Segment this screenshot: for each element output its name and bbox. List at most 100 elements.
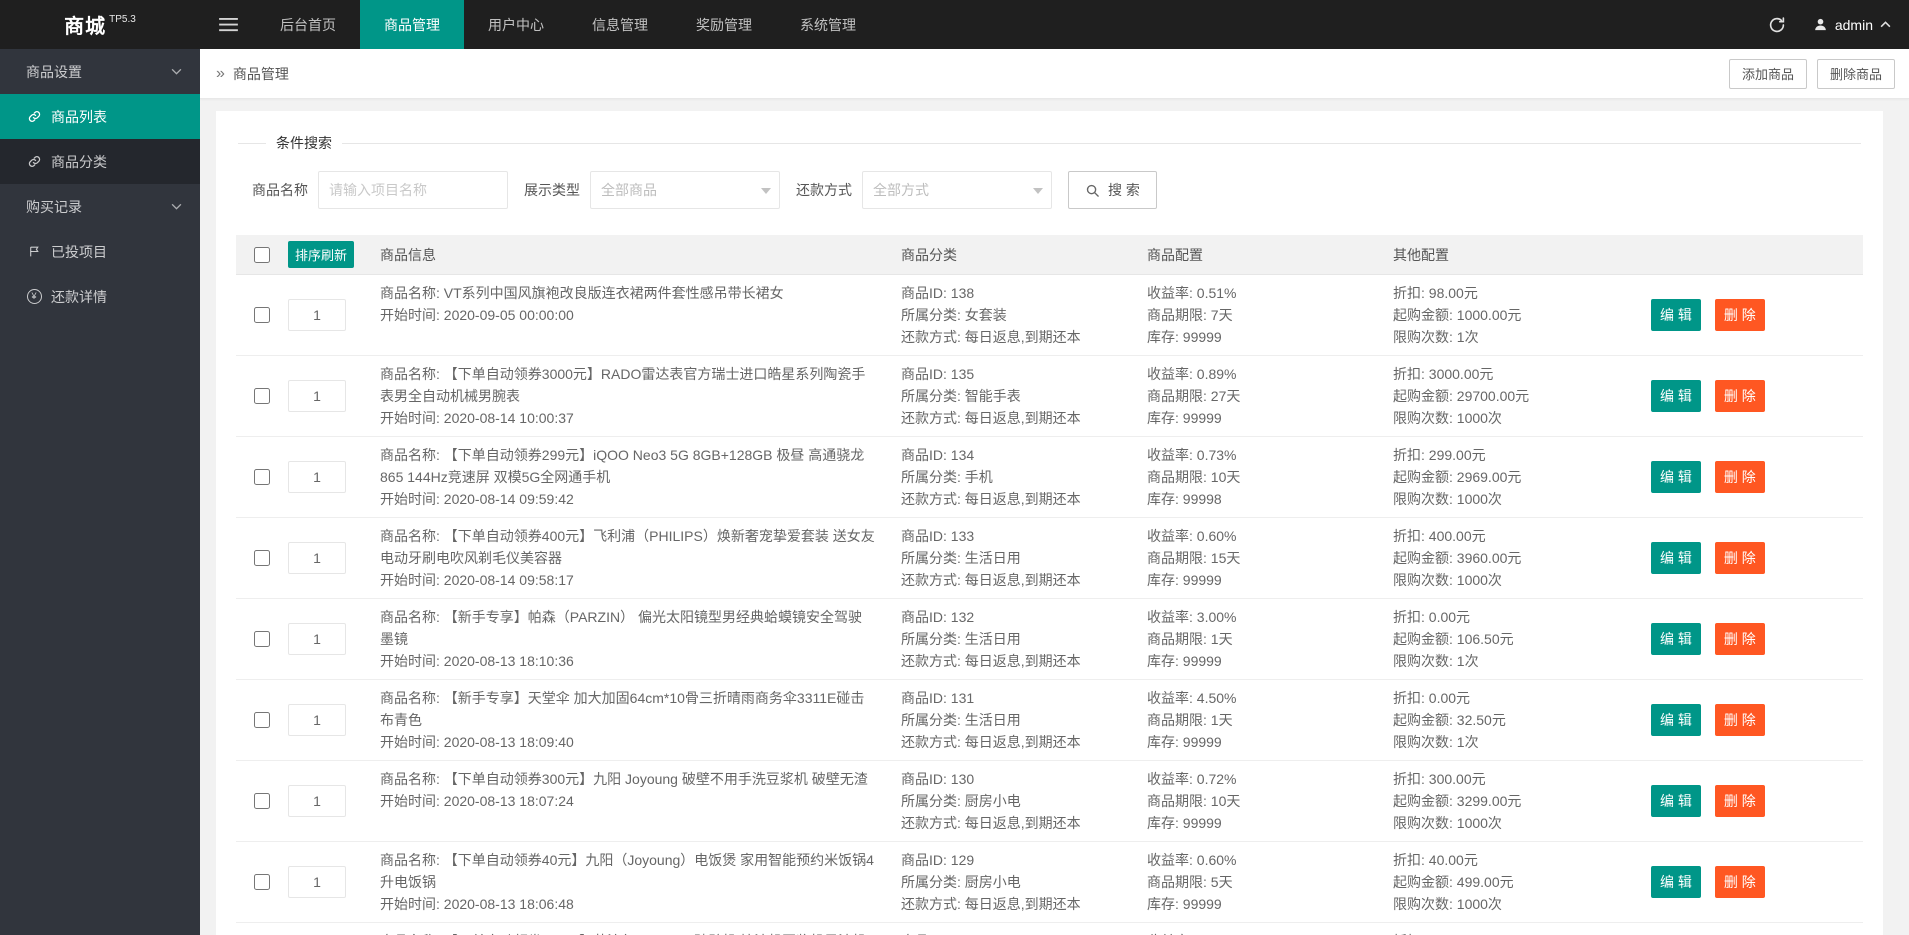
sidebar-group-product-settings[interactable]: 商品设置 — [0, 49, 200, 94]
product-category-cell: 商品ID: 129 所属分类: 厨房小电 还款方式: 每日返息,到期还本 — [901, 849, 1147, 915]
product-min-buy: 起购金额: 106.50元 — [1393, 628, 1651, 650]
edit-button[interactable]: 编 辑 — [1651, 623, 1701, 655]
row-actions-cell: 编 辑 删 除 — [1651, 687, 1863, 753]
add-product-button[interactable]: 添加商品 — [1729, 59, 1807, 89]
product-repay-method: 还款方式: 每日返息,到期还本 — [901, 731, 1147, 753]
table-row: 商品名称: VT系列中国风旗袍改良版连衣裙两件套性感吊带长裙女 开始时间: 20… — [236, 275, 1863, 356]
product-other-cell: 折扣: 98.00元 起购金额: 1000.00元 限购次数: 1次 — [1393, 282, 1651, 348]
column-header-config: 商品配置 — [1147, 244, 1393, 266]
product-name-input[interactable] — [318, 171, 508, 209]
sort-input[interactable] — [288, 299, 346, 331]
delete-button[interactable]: 删 除 — [1715, 704, 1765, 736]
nav-item-dashboard[interactable]: 后台首页 — [256, 0, 360, 49]
admin-dropdown[interactable]: admin — [1803, 0, 1909, 49]
sort-input[interactable] — [288, 380, 346, 412]
delete-button[interactable]: 删 除 — [1715, 866, 1765, 898]
delete-button[interactable]: 删 除 — [1715, 623, 1765, 655]
edit-button[interactable]: 编 辑 — [1651, 704, 1701, 736]
row-checkbox[interactable] — [254, 388, 270, 404]
user-icon — [1813, 17, 1828, 32]
delete-button[interactable]: 删 除 — [1715, 299, 1765, 331]
product-repay-method: 还款方式: 每日返息,到期还本 — [901, 488, 1147, 510]
table-row: 商品名称: 【下单自动领券3000元】RADO雷达表官方瑞士进口皓星系列陶瓷手表… — [236, 356, 1863, 437]
delete-button[interactable]: 删 除 — [1715, 542, 1765, 574]
product-discount: 折扣: 300.00元 — [1393, 768, 1651, 790]
nav-item-user-center[interactable]: 用户中心 — [464, 0, 568, 49]
nav-item-product-management[interactable]: 商品管理 — [360, 0, 464, 49]
product-stock: 库存: 99999 — [1147, 407, 1393, 429]
table-row: 商品名称: 【下单自动领券40元】九阳（Joyoung）电饭煲 家用智能预约米饭… — [236, 842, 1863, 923]
row-check-cell — [236, 768, 288, 834]
product-category: 所属分类: 生活日用 — [901, 709, 1147, 731]
row-actions-cell: 编 辑 删 除 — [1651, 606, 1863, 672]
app-logo[interactable]: 商城 TP5.3 — [0, 0, 200, 49]
delete-button[interactable]: 删 除 — [1715, 785, 1765, 817]
row-checkbox[interactable] — [254, 874, 270, 890]
row-checkbox[interactable] — [254, 631, 270, 647]
sidebar-item-product-list[interactable]: 商品列表 — [0, 94, 200, 139]
select-all-checkbox[interactable] — [254, 247, 270, 263]
search-button[interactable]: 搜 索 — [1068, 171, 1157, 209]
sort-input[interactable] — [288, 461, 346, 493]
product-category-cell: 商品ID: 134 所属分类: 手机 还款方式: 每日返息,到期还本 — [901, 444, 1147, 510]
sidebar-group-purchase-records[interactable]: 购买记录 — [0, 184, 200, 229]
table-row: 商品名称: 【下单自动领券299元】iQOO Neo3 5G 8GB+128GB… — [236, 437, 1863, 518]
edit-button[interactable]: 编 辑 — [1651, 299, 1701, 331]
refresh-button[interactable] — [1751, 0, 1803, 49]
row-checkbox[interactable] — [254, 307, 270, 323]
row-check-cell — [236, 849, 288, 915]
sidebar-toggle-button[interactable] — [200, 0, 256, 49]
product-start-time: 开始时间: 2020-08-14 10:00:37 — [380, 407, 875, 429]
product-info-cell: 商品名称: 【下单自动领券400元】飞利浦（PHILIPS）焕新奢宠挚爱套装 送… — [380, 525, 901, 591]
product-repay-method: 还款方式: 每日返息,到期还本 — [901, 812, 1147, 834]
sort-input[interactable] — [288, 704, 346, 736]
row-checkbox[interactable] — [254, 469, 270, 485]
sort-input[interactable] — [288, 542, 346, 574]
product-info-cell: 商品名称: 【新手专享】帕森（PARZIN） 偏光太阳镜型男经典蛤蟆镜安全驾驶墨… — [380, 606, 901, 672]
search-icon — [1085, 183, 1100, 198]
product-discount: 折扣: 0.00元 — [1393, 687, 1651, 709]
sidebar-item-invested-projects[interactable]: 已投项目 — [0, 229, 200, 274]
repay-method-value: 全部方式 — [873, 180, 929, 200]
edit-button[interactable]: 编 辑 — [1651, 461, 1701, 493]
product-table: 排序刷新 商品信息 商品分类 商品配置 其他配置 商品名称: VT系列中国风旗袍… — [236, 235, 1863, 935]
edit-button[interactable]: 编 辑 — [1651, 866, 1701, 898]
delete-button[interactable]: 删 除 — [1715, 461, 1765, 493]
sidebar-item-repayment-details[interactable]: ¥ 还款详情 — [0, 274, 200, 319]
column-header-category: 商品分类 — [901, 244, 1147, 266]
table-row: 商品名称: 【下单自动领券120元】苏泊尔(SUPOR)破壁机 榨汁机豆浆机果汁… — [236, 923, 1863, 935]
sort-input[interactable] — [288, 785, 346, 817]
table-header: 排序刷新 商品信息 商品分类 商品配置 其他配置 — [236, 235, 1863, 275]
delete-button[interactable]: 删 除 — [1715, 380, 1765, 412]
nav-item-system-management[interactable]: 系统管理 — [776, 0, 880, 49]
product-category: 所属分类: 厨房小电 — [901, 871, 1147, 893]
row-checkbox[interactable] — [254, 550, 270, 566]
delete-product-button[interactable]: 删除商品 — [1817, 59, 1895, 89]
sort-input[interactable] — [288, 866, 346, 898]
product-stock: 库存: 99999 — [1147, 569, 1393, 591]
product-repay-method: 还款方式: 每日返息,到期还本 — [901, 569, 1147, 591]
row-checkbox[interactable] — [254, 712, 270, 728]
edit-button[interactable]: 编 辑 — [1651, 380, 1701, 412]
repay-method-select[interactable]: 全部方式 — [862, 171, 1052, 209]
edit-button[interactable]: 编 辑 — [1651, 542, 1701, 574]
row-check-cell — [236, 282, 288, 348]
product-buy-limit: 限购次数: 1次 — [1393, 731, 1651, 753]
product-category-cell: 商品ID: 138 所属分类: 女套装 还款方式: 每日返息,到期还本 — [901, 282, 1147, 348]
product-buy-limit: 限购次数: 1000次 — [1393, 488, 1651, 510]
column-header-product-info: 商品信息 — [380, 244, 901, 266]
sort-input[interactable] — [288, 623, 346, 655]
sort-refresh-button[interactable]: 排序刷新 — [288, 241, 354, 268]
product-period: 商品期限: 10天 — [1147, 790, 1393, 812]
sidebar-item-product-category[interactable]: 商品分类 — [0, 139, 200, 184]
product-config-cell: 收益率: 4.50% 商品期限: 1天 库存: 99999 — [1147, 687, 1393, 753]
row-checkbox[interactable] — [254, 793, 270, 809]
main-content: » 商品管理 添加商品 删除商品 条件搜索 商品名称 展示类型 全部商品 还款方… — [200, 0, 1909, 935]
breadcrumb-actions: 添加商品 删除商品 — [1719, 59, 1895, 89]
product-buy-limit: 限购次数: 1次 — [1393, 650, 1651, 672]
edit-button[interactable]: 编 辑 — [1651, 785, 1701, 817]
app-version: TP5.3 — [109, 14, 136, 25]
nav-item-reward-management[interactable]: 奖励管理 — [672, 0, 776, 49]
display-type-select[interactable]: 全部商品 — [590, 171, 780, 209]
nav-item-info-management[interactable]: 信息管理 — [568, 0, 672, 49]
